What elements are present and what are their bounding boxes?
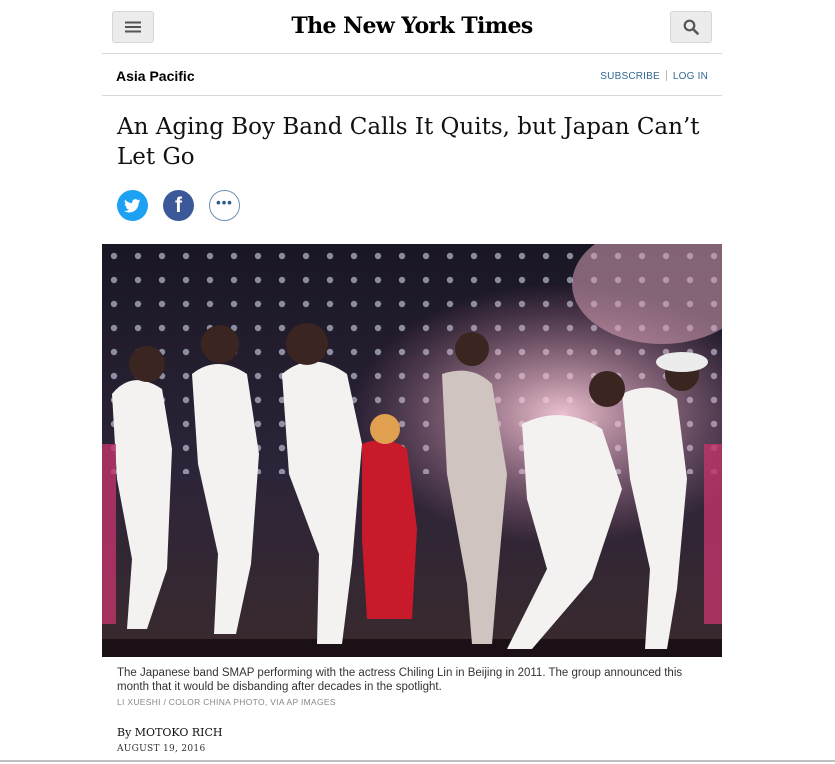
nyt-logo[interactable]: The New York Times — [102, 13, 722, 39]
bottom-divider — [0, 760, 835, 762]
subscribe-link[interactable]: SUBSCRIBE — [600, 71, 660, 82]
facebook-share-button[interactable]: f — [163, 190, 194, 221]
search-icon — [683, 19, 699, 35]
search-button[interactable] — [670, 11, 712, 43]
publish-date: AUGUST 19, 2016 — [117, 744, 206, 754]
section-bar: Asia Pacific SUBSCRIBE LOG IN — [102, 54, 722, 96]
facebook-icon: f — [175, 194, 182, 217]
byline: By MOTOKO RICH — [117, 726, 223, 739]
more-options-icon: ••• — [216, 195, 233, 210]
more-share-options-button[interactable]: ••• — [209, 190, 240, 221]
article-page: The New York Times Asia Pacific SUBSCRIB… — [102, 0, 722, 764]
concert-photo-image — [102, 244, 722, 657]
login-link[interactable]: LOG IN — [673, 71, 708, 82]
lead-photo[interactable] — [102, 244, 722, 657]
twitter-share-button[interactable] — [117, 190, 148, 221]
photo-caption: The Japanese band SMAP performing with t… — [117, 667, 683, 693]
divider — [665, 70, 667, 81]
twitter-icon — [124, 198, 141, 212]
top-navigation-bar: The New York Times — [102, 0, 722, 54]
section-title[interactable]: Asia Pacific — [116, 68, 195, 84]
article-headline: An Aging Boy Band Calls It Quits, but Ja… — [117, 114, 700, 170]
photo-credit: LI XUESHI / COLOR CHINA PHOTO, VIA AP IM… — [117, 697, 336, 707]
account-links: SUBSCRIBE LOG IN — [600, 70, 708, 82]
